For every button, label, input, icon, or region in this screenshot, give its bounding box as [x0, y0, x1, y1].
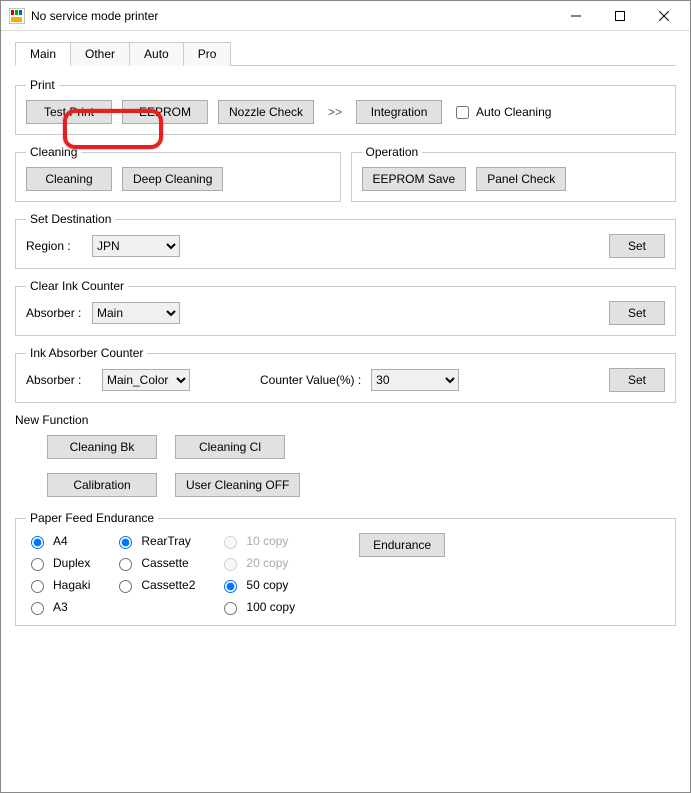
radio-duplex[interactable]: Duplex	[26, 555, 90, 571]
radio-50copy[interactable]: 50 copy	[219, 577, 295, 593]
close-button[interactable]	[642, 2, 686, 30]
clear-ink-legend: Clear Ink Counter	[26, 279, 128, 293]
region-label: Region :	[26, 239, 92, 253]
arrow-label: >>	[324, 105, 346, 119]
clear-ink-group: Clear Ink Counter Absorber : Main Set	[15, 279, 676, 336]
absorber-label: Absorber :	[26, 306, 92, 320]
region-set-button[interactable]: Set	[609, 234, 665, 258]
counter-value-select[interactable]: 30	[371, 369, 459, 391]
maximize-button[interactable]	[598, 2, 642, 30]
new-function-group: New Function Cleaning Bk Cleaning Cl Cal…	[15, 413, 676, 497]
tab-other[interactable]: Other	[70, 42, 130, 66]
radio-hagaki[interactable]: Hagaki	[26, 577, 90, 593]
ink-absorber-group: Ink Absorber Counter Absorber : Main_Col…	[15, 346, 676, 403]
set-destination-group: Set Destination Region : JPN Set	[15, 212, 676, 269]
radio-20copy: 20 copy	[219, 555, 295, 571]
operation-legend: Operation	[362, 145, 423, 159]
radio-reartray[interactable]: RearTray	[114, 533, 195, 549]
endurance-button[interactable]: Endurance	[359, 533, 445, 557]
ink-absorber-label: Absorber :	[26, 373, 92, 387]
radio-a4[interactable]: A4	[26, 533, 90, 549]
cleaning-group: Cleaning Cleaning Deep Cleaning	[15, 145, 341, 202]
radio-cassette2[interactable]: Cassette2	[114, 577, 195, 593]
paper-source-column: RearTray Cassette Cassette2	[114, 533, 195, 593]
clear-ink-set-button[interactable]: Set	[609, 301, 665, 325]
panel-check-button[interactable]: Panel Check	[476, 167, 566, 191]
ink-absorber-legend: Ink Absorber Counter	[26, 346, 147, 360]
print-legend: Print	[26, 78, 59, 92]
paper-feed-legend: Paper Feed Endurance	[26, 511, 158, 525]
eeprom-save-button[interactable]: EEPROM Save	[362, 167, 467, 191]
eeprom-button[interactable]: EEPROM	[122, 100, 208, 124]
cleaning-button[interactable]: Cleaning	[26, 167, 112, 191]
radio-a3[interactable]: A3	[26, 599, 90, 615]
auto-cleaning-checkbox[interactable]: Auto Cleaning	[452, 103, 551, 122]
radio-10copy: 10 copy	[219, 533, 295, 549]
paper-feed-group: Paper Feed Endurance A4 Duplex Hagaki A3…	[15, 511, 676, 626]
ink-absorber-select[interactable]: Main_Color	[102, 369, 190, 391]
tab-bar: Main Other Auto Pro	[15, 41, 676, 66]
radio-cassette[interactable]: Cassette	[114, 555, 195, 571]
test-print-button[interactable]: Test Print	[26, 100, 112, 124]
app-icon	[9, 8, 25, 24]
cleaning-legend: Cleaning	[26, 145, 81, 159]
tab-auto[interactable]: Auto	[129, 42, 184, 66]
absorber-select[interactable]: Main	[92, 302, 180, 324]
user-cleaning-off-button[interactable]: User Cleaning OFF	[175, 473, 300, 497]
cleaning-bk-button[interactable]: Cleaning Bk	[47, 435, 157, 459]
new-function-title: New Function	[15, 413, 676, 427]
set-destination-legend: Set Destination	[26, 212, 115, 226]
window-title: No service mode printer	[31, 9, 554, 23]
minimize-button[interactable]	[554, 2, 598, 30]
integration-button[interactable]: Integration	[356, 100, 442, 124]
paper-size-column: A4 Duplex Hagaki A3	[26, 533, 90, 615]
titlebar: No service mode printer	[1, 1, 690, 31]
tab-pro[interactable]: Pro	[183, 42, 232, 66]
counter-value-label: Counter Value(%) :	[200, 373, 361, 387]
radio-100copy[interactable]: 100 copy	[219, 599, 295, 615]
copy-count-column: 10 copy 20 copy 50 copy 100 copy	[219, 533, 295, 615]
tab-main[interactable]: Main	[15, 42, 71, 66]
calibration-button[interactable]: Calibration	[47, 473, 157, 497]
region-select[interactable]: JPN	[92, 235, 180, 257]
cleaning-cl-button[interactable]: Cleaning Cl	[175, 435, 285, 459]
nozzle-check-button[interactable]: Nozzle Check	[218, 100, 314, 124]
operation-group: Operation EEPROM Save Panel Check	[351, 145, 677, 202]
deep-cleaning-button[interactable]: Deep Cleaning	[122, 167, 223, 191]
auto-cleaning-label: Auto Cleaning	[476, 105, 551, 119]
print-group: Print Test Print EEPROM Nozzle Check >> …	[15, 78, 676, 135]
ink-absorber-set-button[interactable]: Set	[609, 368, 665, 392]
auto-cleaning-input[interactable]	[456, 106, 469, 119]
